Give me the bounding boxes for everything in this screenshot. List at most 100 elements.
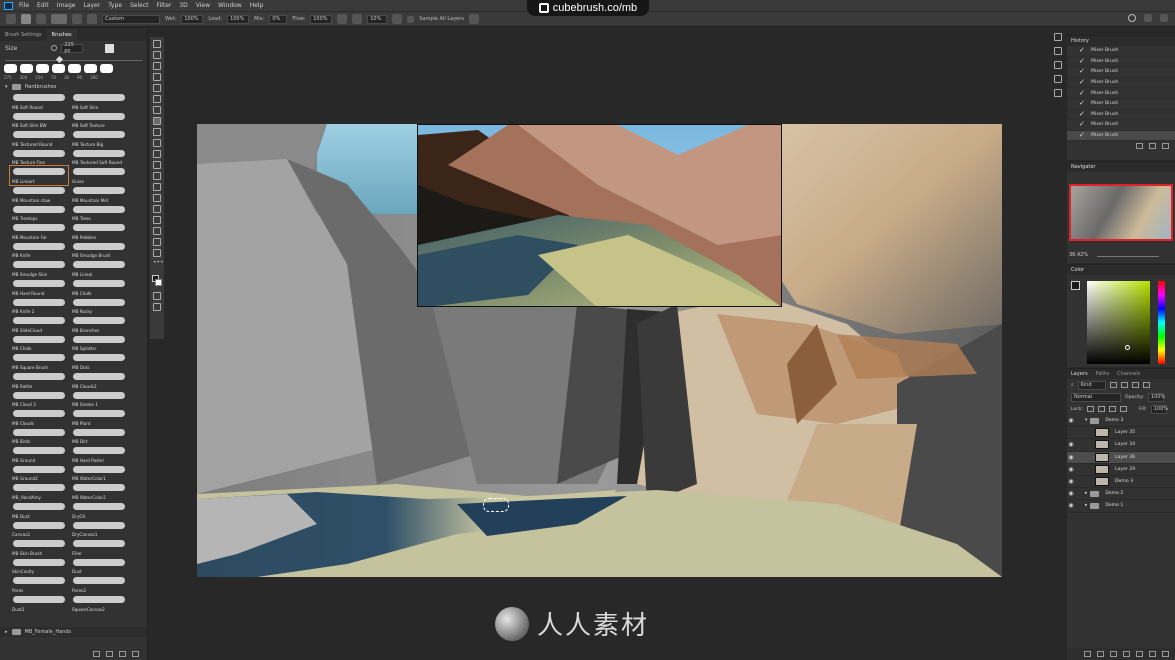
dodge-tool-icon[interactable]: [153, 183, 161, 191]
workspace-icon[interactable]: [1144, 14, 1152, 22]
brush-preset[interactable]: Pores: [10, 575, 68, 594]
brush-preset[interactable]: Canvas2: [10, 520, 68, 539]
brush-preset[interactable]: MB Splatter: [70, 334, 128, 353]
layer-kind-filter[interactable]: Kind: [1077, 380, 1106, 390]
opacity-field[interactable]: 100%: [1147, 392, 1165, 402]
canvas-area[interactable]: [165, 29, 1051, 660]
fill-field[interactable]: 100%: [1150, 404, 1168, 414]
layer-row[interactable]: Layer 35: [1067, 427, 1175, 440]
size-slider[interactable]: [5, 55, 142, 64]
clone-source-panel-icon[interactable]: [1054, 47, 1062, 55]
visibility-eye-icon[interactable]: ◉: [1067, 466, 1075, 473]
more-tools-icon[interactable]: •••: [153, 260, 164, 268]
brush-preset[interactable]: MB Rattle: [10, 371, 68, 390]
new-group-icon[interactable]: [106, 650, 113, 657]
visibility-eye-icon[interactable]: ◉: [1067, 441, 1075, 448]
brush-preset[interactable]: MB Soft Round: [10, 92, 68, 111]
visibility-eye-icon[interactable]: ◉: [1067, 454, 1075, 461]
gradient-tool-icon[interactable]: [153, 161, 161, 169]
brush-group-footer[interactable]: ▸ MB_Female_Hands: [0, 627, 147, 637]
zoom-tool-icon[interactable]: [153, 249, 161, 257]
lock-position-icon[interactable]: [1109, 406, 1117, 412]
foreground-color-swatch[interactable]: [1071, 281, 1080, 290]
brush-preset[interactable]: Dust2: [10, 594, 68, 613]
layer-name[interactable]: Layer 34: [1115, 442, 1135, 447]
load-field[interactable]: 100%: [227, 14, 250, 24]
brush-preset[interactable]: MB Soft Texture: [70, 111, 128, 130]
smoothing-field[interactable]: 10%: [367, 14, 388, 24]
character-panel-icon[interactable]: [1054, 61, 1062, 69]
recent-tip[interactable]: [36, 64, 49, 73]
adjustment-filter-icon[interactable]: [1120, 382, 1128, 388]
layer-name[interactable]: Demo 3: [1105, 418, 1123, 423]
background-color-swatch[interactable]: [155, 279, 162, 286]
brush-preset[interactable]: MB Textured Soft Round: [70, 148, 128, 167]
adjustment-layer-icon[interactable]: [1123, 651, 1130, 657]
camera-icon[interactable]: [1149, 143, 1156, 150]
color-panel-swatches[interactable]: [1071, 281, 1085, 297]
brush-preset[interactable]: SquareCanvas2: [70, 594, 128, 613]
shape-tool-icon[interactable]: [153, 227, 161, 235]
brush-preset[interactable]: MB_HandAmy: [10, 482, 68, 501]
history-state[interactable]: ✓ Mixer Brush: [1067, 130, 1175, 142]
visibility-eye-icon[interactable]: ◉: [1067, 417, 1075, 424]
brush-preset[interactable]: MB Textured Round: [10, 129, 68, 148]
chevron-right-icon[interactable]: ▸: [1085, 491, 1087, 496]
brush-preset-picker[interactable]: [21, 14, 31, 24]
glyphs-panel-icon[interactable]: [1054, 89, 1062, 97]
brush-preset[interactable]: MB WaterColor1: [70, 464, 128, 483]
tab-brushes[interactable]: Brushes: [46, 29, 77, 41]
brush-preset[interactable]: MB Ground2: [10, 464, 68, 483]
link-layers-icon[interactable]: [1084, 651, 1091, 657]
brush-preset[interactable]: MB Square Brush: [10, 352, 68, 371]
recent-tip[interactable]: [84, 64, 97, 73]
brush-preset[interactable]: MB Pebbles: [70, 222, 128, 241]
brush-preset[interactable]: MB Chalk: [10, 334, 68, 353]
layer-name[interactable]: Layer 35: [1115, 430, 1135, 435]
current-load-swatch[interactable]: [51, 14, 67, 24]
brush-preset[interactable]: MB Knife: [10, 241, 68, 260]
layer-thumbnail[interactable]: [1095, 464, 1109, 474]
brush-preset[interactable]: MB Clouds2: [70, 371, 128, 390]
layer-thumbnail[interactable]: [1095, 440, 1109, 450]
gear-icon[interactable]: [392, 14, 403, 24]
navigator-zoom-slider[interactable]: [1097, 256, 1159, 257]
brush-preset[interactable]: Filler: [70, 538, 128, 557]
layer-row[interactable]: ◉ Layer 29: [1067, 464, 1175, 476]
brush-preset[interactable]: MB Smudge Brush: [70, 241, 128, 260]
pressure-size-icon[interactable]: [468, 14, 479, 24]
brush-preset[interactable]: MB Dots: [70, 352, 128, 371]
pixel-filter-icon[interactable]: [1109, 382, 1117, 388]
layer-name[interactable]: Demo 2: [1105, 491, 1123, 496]
brush-preset[interactable]: SkinCavity: [10, 557, 68, 576]
recent-tip[interactable]: [52, 64, 65, 73]
paragraph-panel-icon[interactable]: [1054, 75, 1062, 83]
brush-preset[interactable]: MB Smoke 1: [70, 390, 128, 409]
brush-preset[interactable]: MB Texture Big: [70, 129, 128, 148]
history-state[interactable]: ✓ Mixer Brush: [1067, 88, 1175, 99]
brush-preset[interactable]: MB Chalk: [70, 278, 128, 297]
history-brush-tool-icon[interactable]: [153, 139, 161, 147]
type-tool-icon[interactable]: [153, 205, 161, 213]
recent-tip[interactable]: [68, 64, 81, 73]
brush-preset[interactable]: MB Mountain claw: [10, 185, 68, 204]
blend-mode-select[interactable]: Normal: [1071, 392, 1121, 402]
trash-icon[interactable]: [1162, 143, 1169, 150]
navigator-title[interactable]: Navigator: [1071, 164, 1095, 170]
brush-preset[interactable]: MB Treetops: [10, 204, 68, 223]
mixer-brush-tool-icon[interactable]: [153, 117, 161, 125]
crop-tool-icon[interactable]: [153, 84, 161, 92]
navigator-thumbnail[interactable]: [1069, 184, 1173, 241]
color-title[interactable]: Color: [1071, 267, 1084, 273]
marquee-tool-icon[interactable]: [153, 51, 161, 59]
tab-channels[interactable]: Channels: [1117, 371, 1140, 377]
tab-brush-settings[interactable]: Brush Settings: [0, 29, 47, 41]
menu-image[interactable]: Image: [57, 2, 76, 9]
lock-all-icon[interactable]: [1120, 406, 1128, 412]
move-tool-icon[interactable]: [153, 40, 161, 48]
brush-settings-panel-icon[interactable]: [1054, 33, 1062, 41]
brush-preset[interactable]: MB Texture Fine: [10, 148, 68, 167]
layer-row[interactable]: ◉ Layer 34: [1067, 439, 1175, 452]
brush-preset[interactable]: Grass: [70, 166, 128, 185]
menu-layer[interactable]: Layer: [83, 2, 100, 9]
